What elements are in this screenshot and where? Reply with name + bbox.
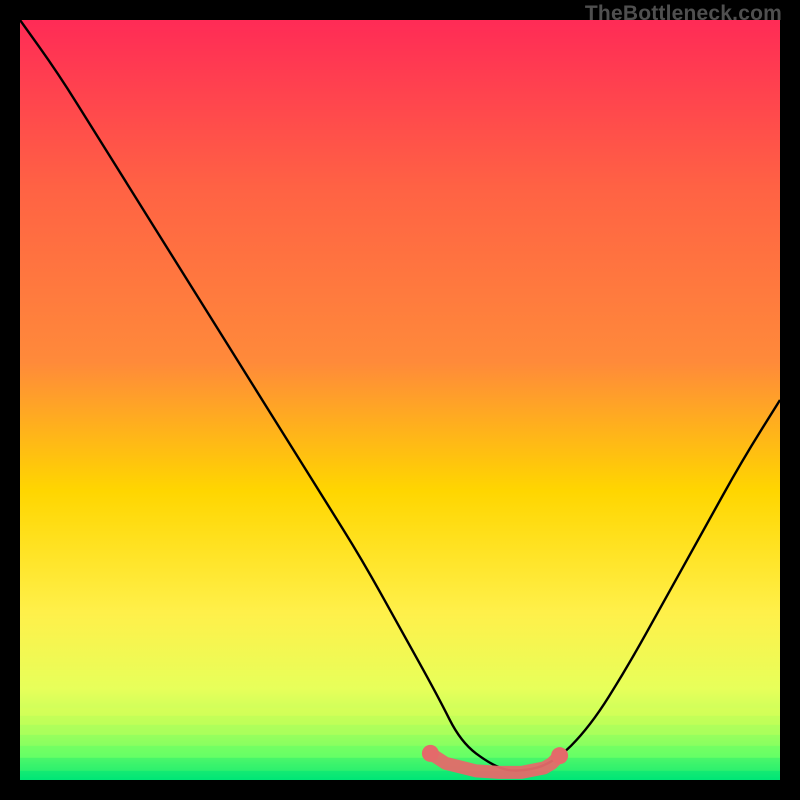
gradient-bg: [20, 20, 780, 780]
plot-area: [20, 20, 780, 780]
bottom-bands: [20, 708, 780, 780]
chart-svg: [20, 20, 780, 780]
chart-frame: TheBottleneck.com: [0, 0, 800, 800]
